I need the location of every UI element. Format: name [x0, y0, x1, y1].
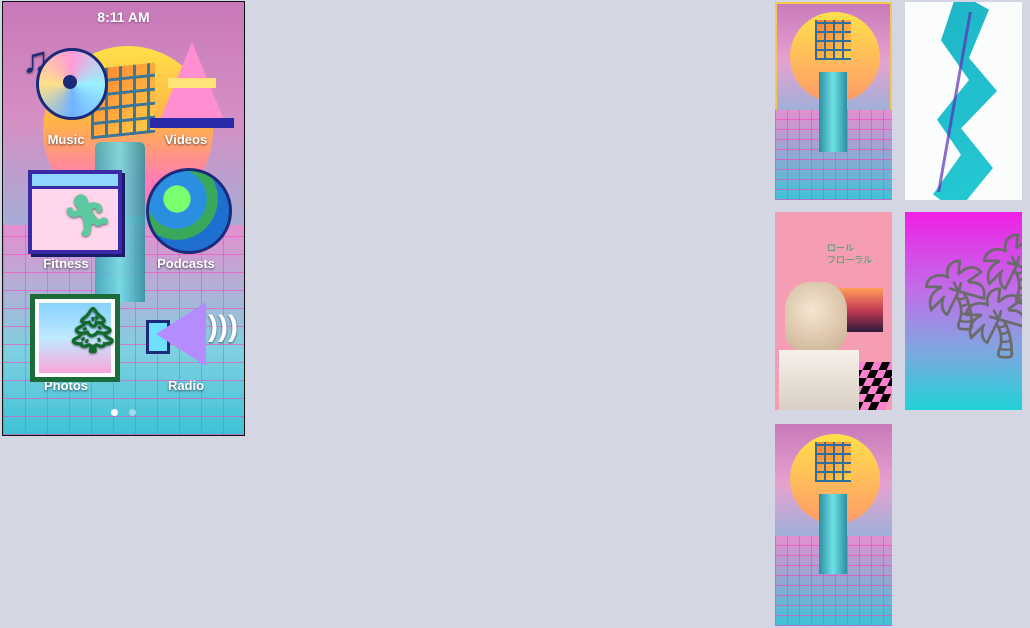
- home-screen-preview: 8:11 AM ♫ Music Videos 🏃︎ Fitness Podcas…: [2, 1, 245, 436]
- app-label: Podcasts: [157, 256, 215, 271]
- music-cd-icon: ♫: [22, 42, 110, 130]
- traffic-cone-icon: [142, 42, 234, 130]
- app-videos[interactable]: Videos: [131, 42, 241, 147]
- app-radio[interactable]: ))) Radio: [131, 288, 241, 393]
- app-podcasts[interactable]: Podcasts: [131, 166, 241, 271]
- wallpaper-thumb[interactable]: 🌴︎ 🌴︎ 🌴︎: [905, 212, 1022, 410]
- wallpaper-thumb-selected[interactable]: [775, 2, 892, 200]
- page-indicator[interactable]: [3, 403, 244, 421]
- sign-line: ロール: [827, 243, 855, 253]
- page-dot[interactable]: [128, 409, 136, 416]
- globe-icon: [142, 166, 232, 254]
- page-dot-active[interactable]: [111, 409, 119, 416]
- sign-line: フローラル: [827, 255, 873, 265]
- app-music[interactable]: ♫ Music: [11, 42, 121, 147]
- picture-frame-icon: 🌲︎: [22, 288, 121, 382]
- speaker-icon: ))): [142, 288, 238, 376]
- wallpaper-thumb[interactable]: ロール フローラル: [775, 212, 892, 410]
- wallpaper-thumb[interactable]: [905, 2, 1022, 200]
- app-label: Fitness: [43, 256, 89, 271]
- app-fitness[interactable]: 🏃︎ Fitness: [11, 166, 122, 271]
- status-bar-time: 8:11 AM: [97, 9, 150, 25]
- app-photos[interactable]: 🌲︎ Photos: [11, 288, 121, 393]
- wallpaper-thumb[interactable]: [775, 424, 892, 626]
- app-label: Radio: [167, 378, 205, 393]
- app-label: Videos: [164, 132, 208, 147]
- wallpaper-sign: ロール フローラル: [827, 242, 875, 268]
- runner-window-icon: 🏃︎: [22, 166, 122, 254]
- app-label: Music: [47, 132, 85, 147]
